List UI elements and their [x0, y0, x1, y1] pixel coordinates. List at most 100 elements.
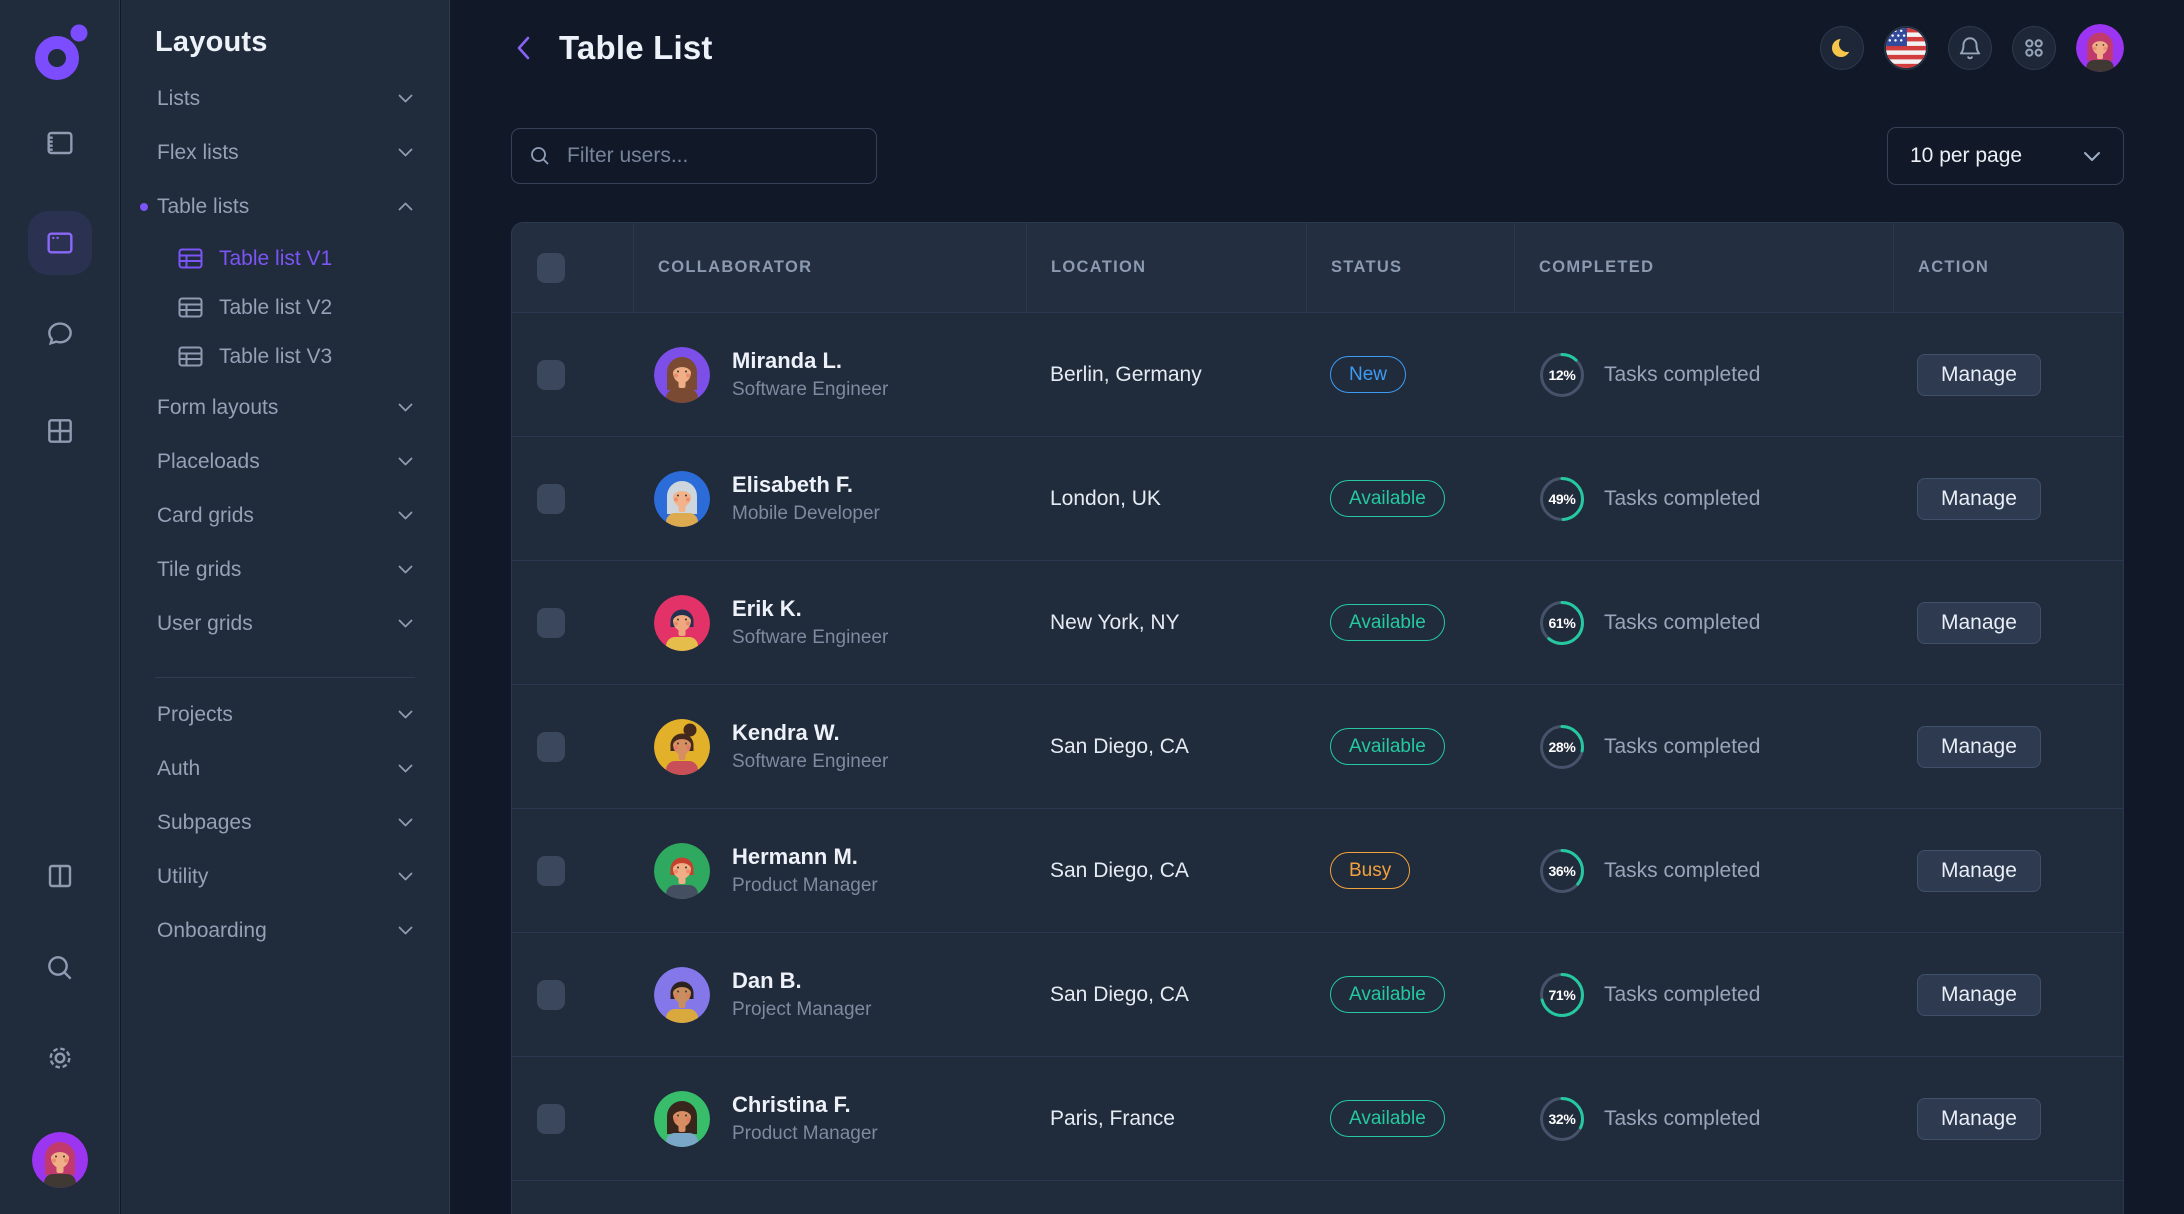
filter-input-box [511, 128, 877, 184]
action-cell: Manage [1893, 685, 2124, 808]
sidebar-group[interactable]: Tile grids [121, 543, 449, 597]
sidebar-group[interactable]: Placeloads [121, 435, 449, 489]
sidebar-group-label: Table lists [157, 195, 249, 219]
sidebar-panel: Layouts Lists Flex lists Table lists [121, 0, 450, 1214]
messages-icon-button[interactable] [44, 318, 76, 350]
sidebar-nav: Lists Flex lists Table lists Table list … [121, 72, 449, 958]
panels-icon-button[interactable] [44, 127, 76, 159]
sidebar-group[interactable]: Lists [121, 72, 449, 126]
row-checkbox[interactable] [537, 360, 565, 390]
collaborator-avatar [654, 595, 710, 651]
grid-icon-button[interactable] [44, 415, 76, 447]
search-icon-button[interactable] [44, 952, 76, 984]
language-flag-button[interactable] [1884, 26, 1928, 70]
row-checkbox-cell [512, 561, 633, 684]
table-icon [178, 346, 203, 367]
table-row: Erik K. Software Engineer New York, NY A… [512, 560, 2123, 684]
completed-cell: 12% Tasks completed [1514, 313, 1893, 436]
location-text: San Diego, CA [1050, 735, 1189, 759]
layouts-icon-button-active[interactable] [28, 211, 92, 275]
status-cell: Available [1306, 933, 1514, 1056]
completion-ring: 49% [1538, 475, 1586, 523]
manage-button[interactable]: Manage [1917, 1098, 2041, 1140]
us-flag-icon [1885, 26, 1927, 70]
collaborator-role: Product Manager [732, 875, 878, 897]
table-toolbar: 10 per page [511, 127, 2124, 185]
row-checkbox[interactable] [537, 484, 565, 514]
sidebar-group[interactable]: Form layouts [121, 381, 449, 435]
profile-button[interactable] [2076, 24, 2124, 72]
chevron-down-icon [398, 926, 413, 935]
row-checkbox[interactable] [537, 980, 565, 1010]
sidebar-group[interactable]: User grids [121, 597, 449, 651]
sidebar-group-label: Lists [157, 87, 200, 111]
row-checkbox[interactable] [537, 608, 565, 638]
back-button[interactable] [511, 33, 537, 63]
sidebar-group-label: Utility [157, 865, 208, 889]
sidebar-group-label: Form layouts [157, 396, 278, 420]
sidebar-group[interactable]: Utility [121, 850, 449, 904]
manage-button[interactable]: Manage [1917, 850, 2041, 892]
sidebar-group[interactable]: Projects [121, 688, 449, 742]
row-checkbox[interactable] [537, 1104, 565, 1134]
collaborator-role: Mobile Developer [732, 503, 880, 525]
status-badge: Busy [1330, 852, 1410, 889]
completion-ring: 71% [1538, 971, 1586, 1019]
apps-menu-button[interactable] [2012, 26, 2056, 70]
location-cell: New York, NY [1026, 561, 1306, 684]
sidebar-group[interactable]: Auth [121, 742, 449, 796]
row-checkbox-cell [512, 809, 633, 932]
dark-mode-toggle[interactable] [1820, 26, 1864, 70]
search-icon [528, 144, 552, 168]
table-row: Miranda L. Software Engineer Berlin, Ger… [512, 312, 2123, 436]
action-cell: Manage [1893, 437, 2124, 560]
rail-user-avatar[interactable] [32, 1132, 88, 1188]
row-checkbox[interactable] [537, 732, 565, 762]
row-checkbox[interactable] [537, 856, 565, 886]
row-checkbox-cell [512, 313, 633, 436]
app-logo[interactable] [31, 22, 89, 80]
per-page-select[interactable]: 10 per page [1887, 127, 2124, 185]
collaborator-role: Project Manager [732, 999, 871, 1021]
manage-button[interactable]: Manage [1917, 726, 2041, 768]
completion-percent: 12% [1538, 351, 1586, 399]
sidebar-subitem[interactable]: Table list V1 [121, 234, 449, 283]
sidebar-group[interactable]: Subpages [121, 796, 449, 850]
settings-icon-button[interactable] [44, 1042, 76, 1074]
select-all-checkbox[interactable] [537, 253, 565, 283]
manage-button[interactable]: Manage [1917, 974, 2041, 1016]
location-cell: Paris, France [1026, 1057, 1306, 1180]
collaborator-name: Miranda L. [732, 348, 888, 374]
panels-icon [44, 127, 76, 159]
columns-icon-button[interactable] [44, 860, 76, 892]
chevron-down-icon [398, 511, 413, 520]
search-icon [44, 952, 76, 984]
location-cell: San Diego, CA [1026, 809, 1306, 932]
sidebar-group[interactable]: Flex lists [121, 126, 449, 180]
sidebar-subitem-label: Table list V1 [219, 247, 332, 271]
notifications-button[interactable] [1948, 26, 1992, 70]
status-cell: Busy [1306, 809, 1514, 932]
location-text: San Diego, CA [1050, 859, 1189, 883]
sidebar-subitem[interactable]: Table list V2 [121, 283, 449, 332]
chevron-down-icon [2083, 151, 2101, 162]
location-cell: San Diego, CA [1026, 933, 1306, 1056]
location-cell: London, UK [1026, 437, 1306, 560]
sidebar-subitem[interactable]: Table list V3 [121, 332, 449, 381]
sidebar-group[interactable]: Card grids [121, 489, 449, 543]
page-title: Table List [559, 29, 713, 67]
manage-button[interactable]: Manage [1917, 602, 2041, 644]
chevron-down-icon [398, 818, 413, 827]
sidebar-group[interactable]: Table lists [121, 180, 449, 234]
chat-icon [44, 318, 76, 350]
table-row: Dan B. Project Manager San Diego, CA Ava… [512, 932, 2123, 1056]
sidebar-group[interactable]: Onboarding [121, 904, 449, 958]
collaborator-role: Software Engineer [732, 627, 888, 649]
manage-button[interactable]: Manage [1917, 354, 2041, 396]
manage-button[interactable]: Manage [1917, 478, 2041, 520]
status-cell: Available [1306, 437, 1514, 560]
filter-users-input[interactable] [565, 143, 860, 169]
completed-cell: 49% Tasks completed [1514, 437, 1893, 560]
location-text: Berlin, Germany [1050, 363, 1202, 387]
gear-icon [44, 1042, 76, 1074]
